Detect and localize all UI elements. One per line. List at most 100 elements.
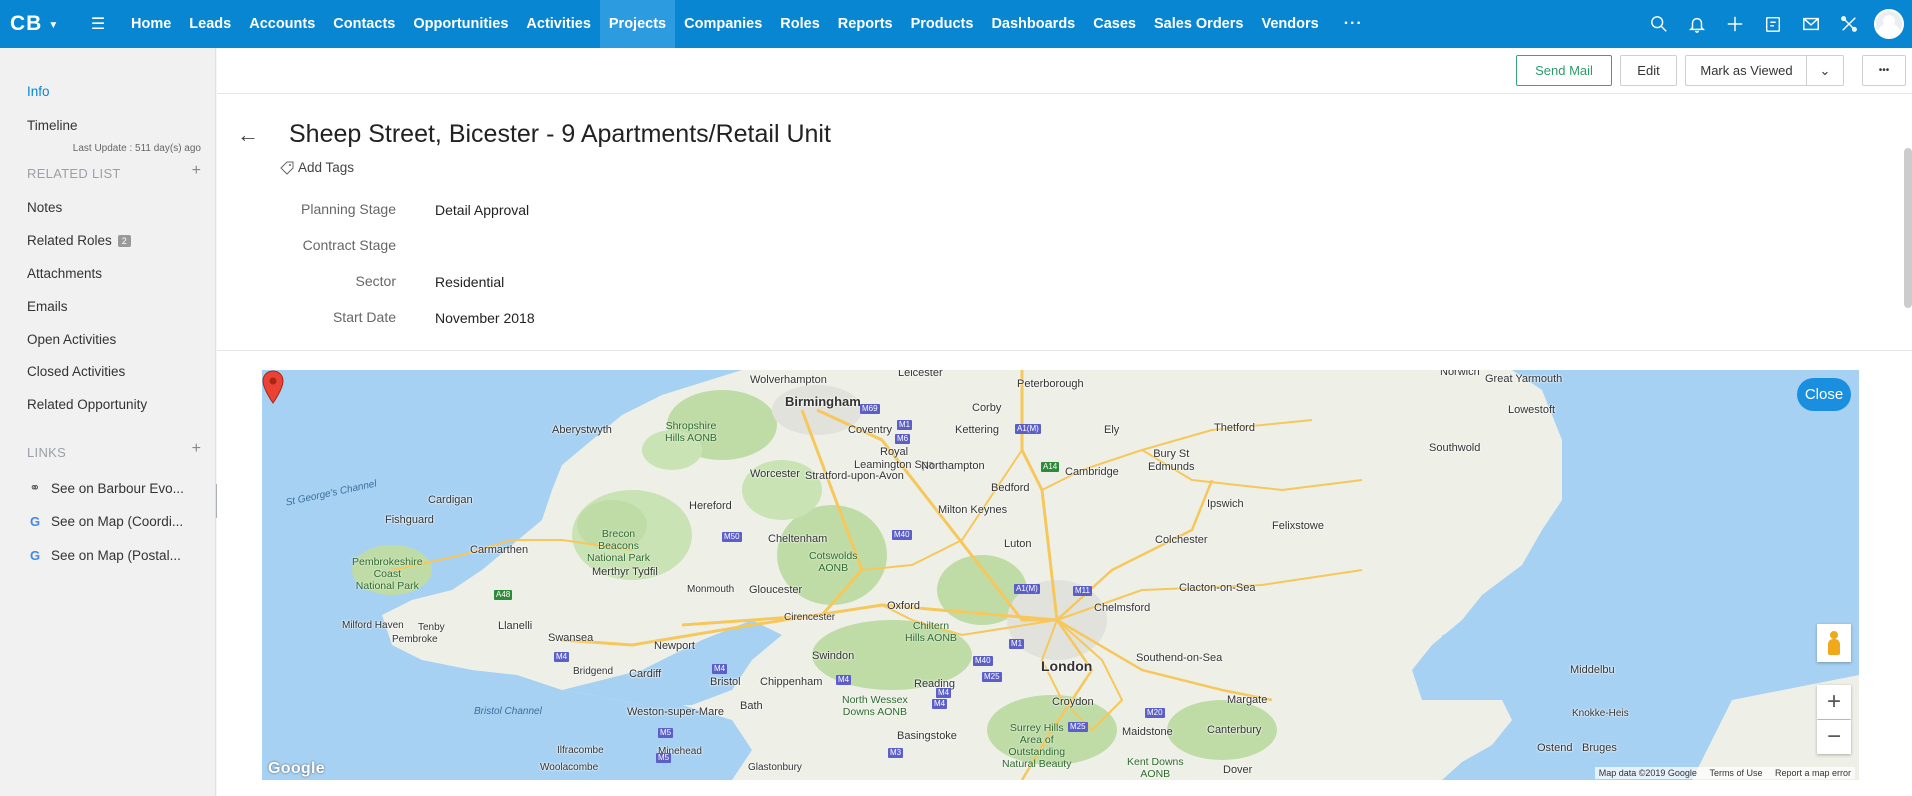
nav-leads[interactable]: Leads [180, 0, 240, 48]
link-map-postal[interactable]: G See on Map (Postal... [27, 548, 181, 563]
map-label-coventry: Coventry [848, 424, 893, 436]
section-divider [217, 350, 1912, 351]
mail-icon[interactable] [1792, 0, 1830, 48]
map-label-glastonbury: Glastonbury [748, 762, 802, 773]
nav-companies[interactable]: Companies [675, 0, 771, 48]
add-link-icon[interactable]: + [192, 440, 201, 458]
app-logo[interactable]: CB ▼ [0, 0, 74, 48]
chevron-down-icon: ▼ [48, 19, 60, 31]
field-value-planning-stage[interactable]: Detail Approval [435, 202, 529, 218]
chevron-down-icon[interactable]: ⌄ [1806, 55, 1844, 86]
road-shield: M1 [1009, 639, 1025, 649]
sidebar-item-attachments[interactable]: Attachments [27, 266, 102, 281]
plus-icon[interactable] [1716, 0, 1754, 48]
map-label-dover: Dover [1223, 764, 1253, 776]
field-value-start-date[interactable]: November 2018 [435, 310, 535, 326]
road-shield: M3 [888, 748, 904, 758]
terms-of-use-link[interactable]: Terms of Use [1709, 768, 1762, 778]
nav-home[interactable]: Home [122, 0, 180, 48]
sidebar-item-emails[interactable]: Emails [27, 299, 68, 314]
map-label-clacton: Clacton-on-Sea [1179, 582, 1256, 594]
nav-contacts[interactable]: Contacts [324, 0, 404, 48]
map-label-peterborough: Peterborough [1017, 378, 1084, 390]
page-title: Sheep Street, Bicester - 9 Apartments/Re… [289, 120, 831, 148]
edit-button[interactable]: Edit [1620, 55, 1677, 86]
sidebar-item-open-activities[interactable]: Open Activities [27, 332, 116, 347]
sidebar-item-info[interactable]: Info [27, 84, 50, 99]
map-label-worcester: Worcester [750, 468, 800, 480]
map-label-woolacombe: Woolacombe [540, 762, 599, 773]
map-label-weston: Weston-super-Mare [627, 706, 724, 718]
tag-icon [280, 161, 294, 175]
map-close-button[interactable]: Close [1797, 378, 1851, 411]
nav-dashboards[interactable]: Dashboards [982, 0, 1084, 48]
map-label-cardiff: Cardiff [629, 668, 662, 680]
sidebar-item-notes[interactable]: Notes [27, 200, 62, 215]
road-shield: M4 [554, 652, 570, 662]
sidebar-item-timeline[interactable]: Timeline [27, 118, 78, 133]
sidebar-item-related-roles[interactable]: Related Roles 2 [27, 233, 131, 248]
mark-as-viewed-button[interactable]: Mark as Viewed [1685, 55, 1807, 86]
map-label-tenby: Tenby [418, 622, 445, 633]
nav-more-icon[interactable]: ··· [1328, 0, 1379, 48]
street-view-pegman-icon[interactable] [1817, 624, 1851, 662]
send-mail-button[interactable]: Send Mail [1516, 55, 1612, 86]
link-barbour[interactable]: ⚭ See on Barbour Evo... [27, 480, 184, 496]
map-label-leicester: Leicester [898, 370, 943, 379]
nav-roles[interactable]: Roles [771, 0, 829, 48]
map-label-bury: Bury St Edmunds [1148, 448, 1195, 473]
nav-products[interactable]: Products [902, 0, 983, 48]
nav-projects[interactable]: Projects [599, 0, 676, 48]
map-data-credit: Map data ©2019 Google [1598, 768, 1697, 778]
google-map[interactable]: Wolverhampton Birmingham Leicester Peter… [262, 370, 1859, 780]
nav-activities[interactable]: Activities [517, 0, 599, 48]
map-label-great-yarmouth: Great Yarmouth [1485, 373, 1563, 385]
nav-sales-orders[interactable]: Sales Orders [1145, 0, 1252, 48]
road-shield: M50 [722, 532, 742, 542]
map-pin-icon[interactable] [262, 370, 284, 404]
zoom-in-button[interactable]: + [1817, 685, 1851, 719]
nav-cases[interactable]: Cases [1084, 0, 1145, 48]
map-label-corby: Corby [972, 402, 1002, 414]
report-map-error-link[interactable]: Report a map error [1775, 768, 1851, 778]
map-label-llanelli: Llanelli [498, 620, 533, 632]
back-arrow-icon[interactable]: ← [237, 122, 277, 148]
sidebar-item-closed-activities[interactable]: Closed Activities [27, 364, 125, 379]
zoom-out-button[interactable]: − [1817, 720, 1851, 754]
user-avatar[interactable] [1874, 9, 1904, 39]
page-scrollbar[interactable] [1904, 148, 1912, 308]
nav-vendors[interactable]: Vendors [1252, 0, 1327, 48]
menu-icon[interactable]: ☰ [74, 0, 122, 48]
field-label-start-date: Start Date [332, 309, 396, 325]
nav-reports[interactable]: Reports [829, 0, 902, 48]
map-label-ely: Ely [1104, 424, 1120, 436]
nav-accounts[interactable]: Accounts [240, 0, 324, 48]
add-tags[interactable]: Add Tags [280, 160, 354, 175]
road-shield: M6 [895, 434, 911, 444]
sidebar-item-related-opportunity[interactable]: Related Opportunity [27, 397, 147, 412]
top-nav-bar: CB ▼ ☰ Home Leads Accounts Contacts Oppor… [0, 0, 1912, 48]
nav-opportunities[interactable]: Opportunities [404, 0, 517, 48]
record-detail: Send Mail Edit Mark as Viewed ⌄ ••• ← Sh… [217, 48, 1912, 796]
road-shield: M40 [892, 530, 912, 540]
map-label-bridgend: Bridgend [573, 666, 614, 677]
map-label-carmarthen: Carmarthen [470, 544, 529, 556]
field-label-sector: Sector [355, 273, 396, 289]
field-value-sector[interactable]: Residential [435, 274, 504, 290]
sidebar: Info Timeline Last Update : 511 day(s) a… [0, 48, 216, 796]
link-map-coordinates[interactable]: G See on Map (Coordi... [27, 514, 183, 529]
link-icon: ⚭ [29, 480, 41, 495]
map-label-newport: Newport [654, 640, 695, 652]
search-icon[interactable] [1640, 0, 1678, 48]
road-shield: M5 [656, 753, 672, 763]
road-shield: M4 [932, 699, 948, 709]
road-shield: M25 [1068, 722, 1088, 732]
map-label-bruges: Bruges [1582, 742, 1617, 754]
links-heading: LINKS [27, 445, 67, 460]
add-related-icon[interactable]: + [192, 162, 201, 180]
tools-icon[interactable] [1830, 0, 1868, 48]
bell-icon[interactable] [1678, 0, 1716, 48]
calendar-icon[interactable] [1754, 0, 1792, 48]
more-actions-button[interactable]: ••• [1862, 55, 1906, 86]
map-label-croydon: Croydon [1052, 696, 1094, 708]
